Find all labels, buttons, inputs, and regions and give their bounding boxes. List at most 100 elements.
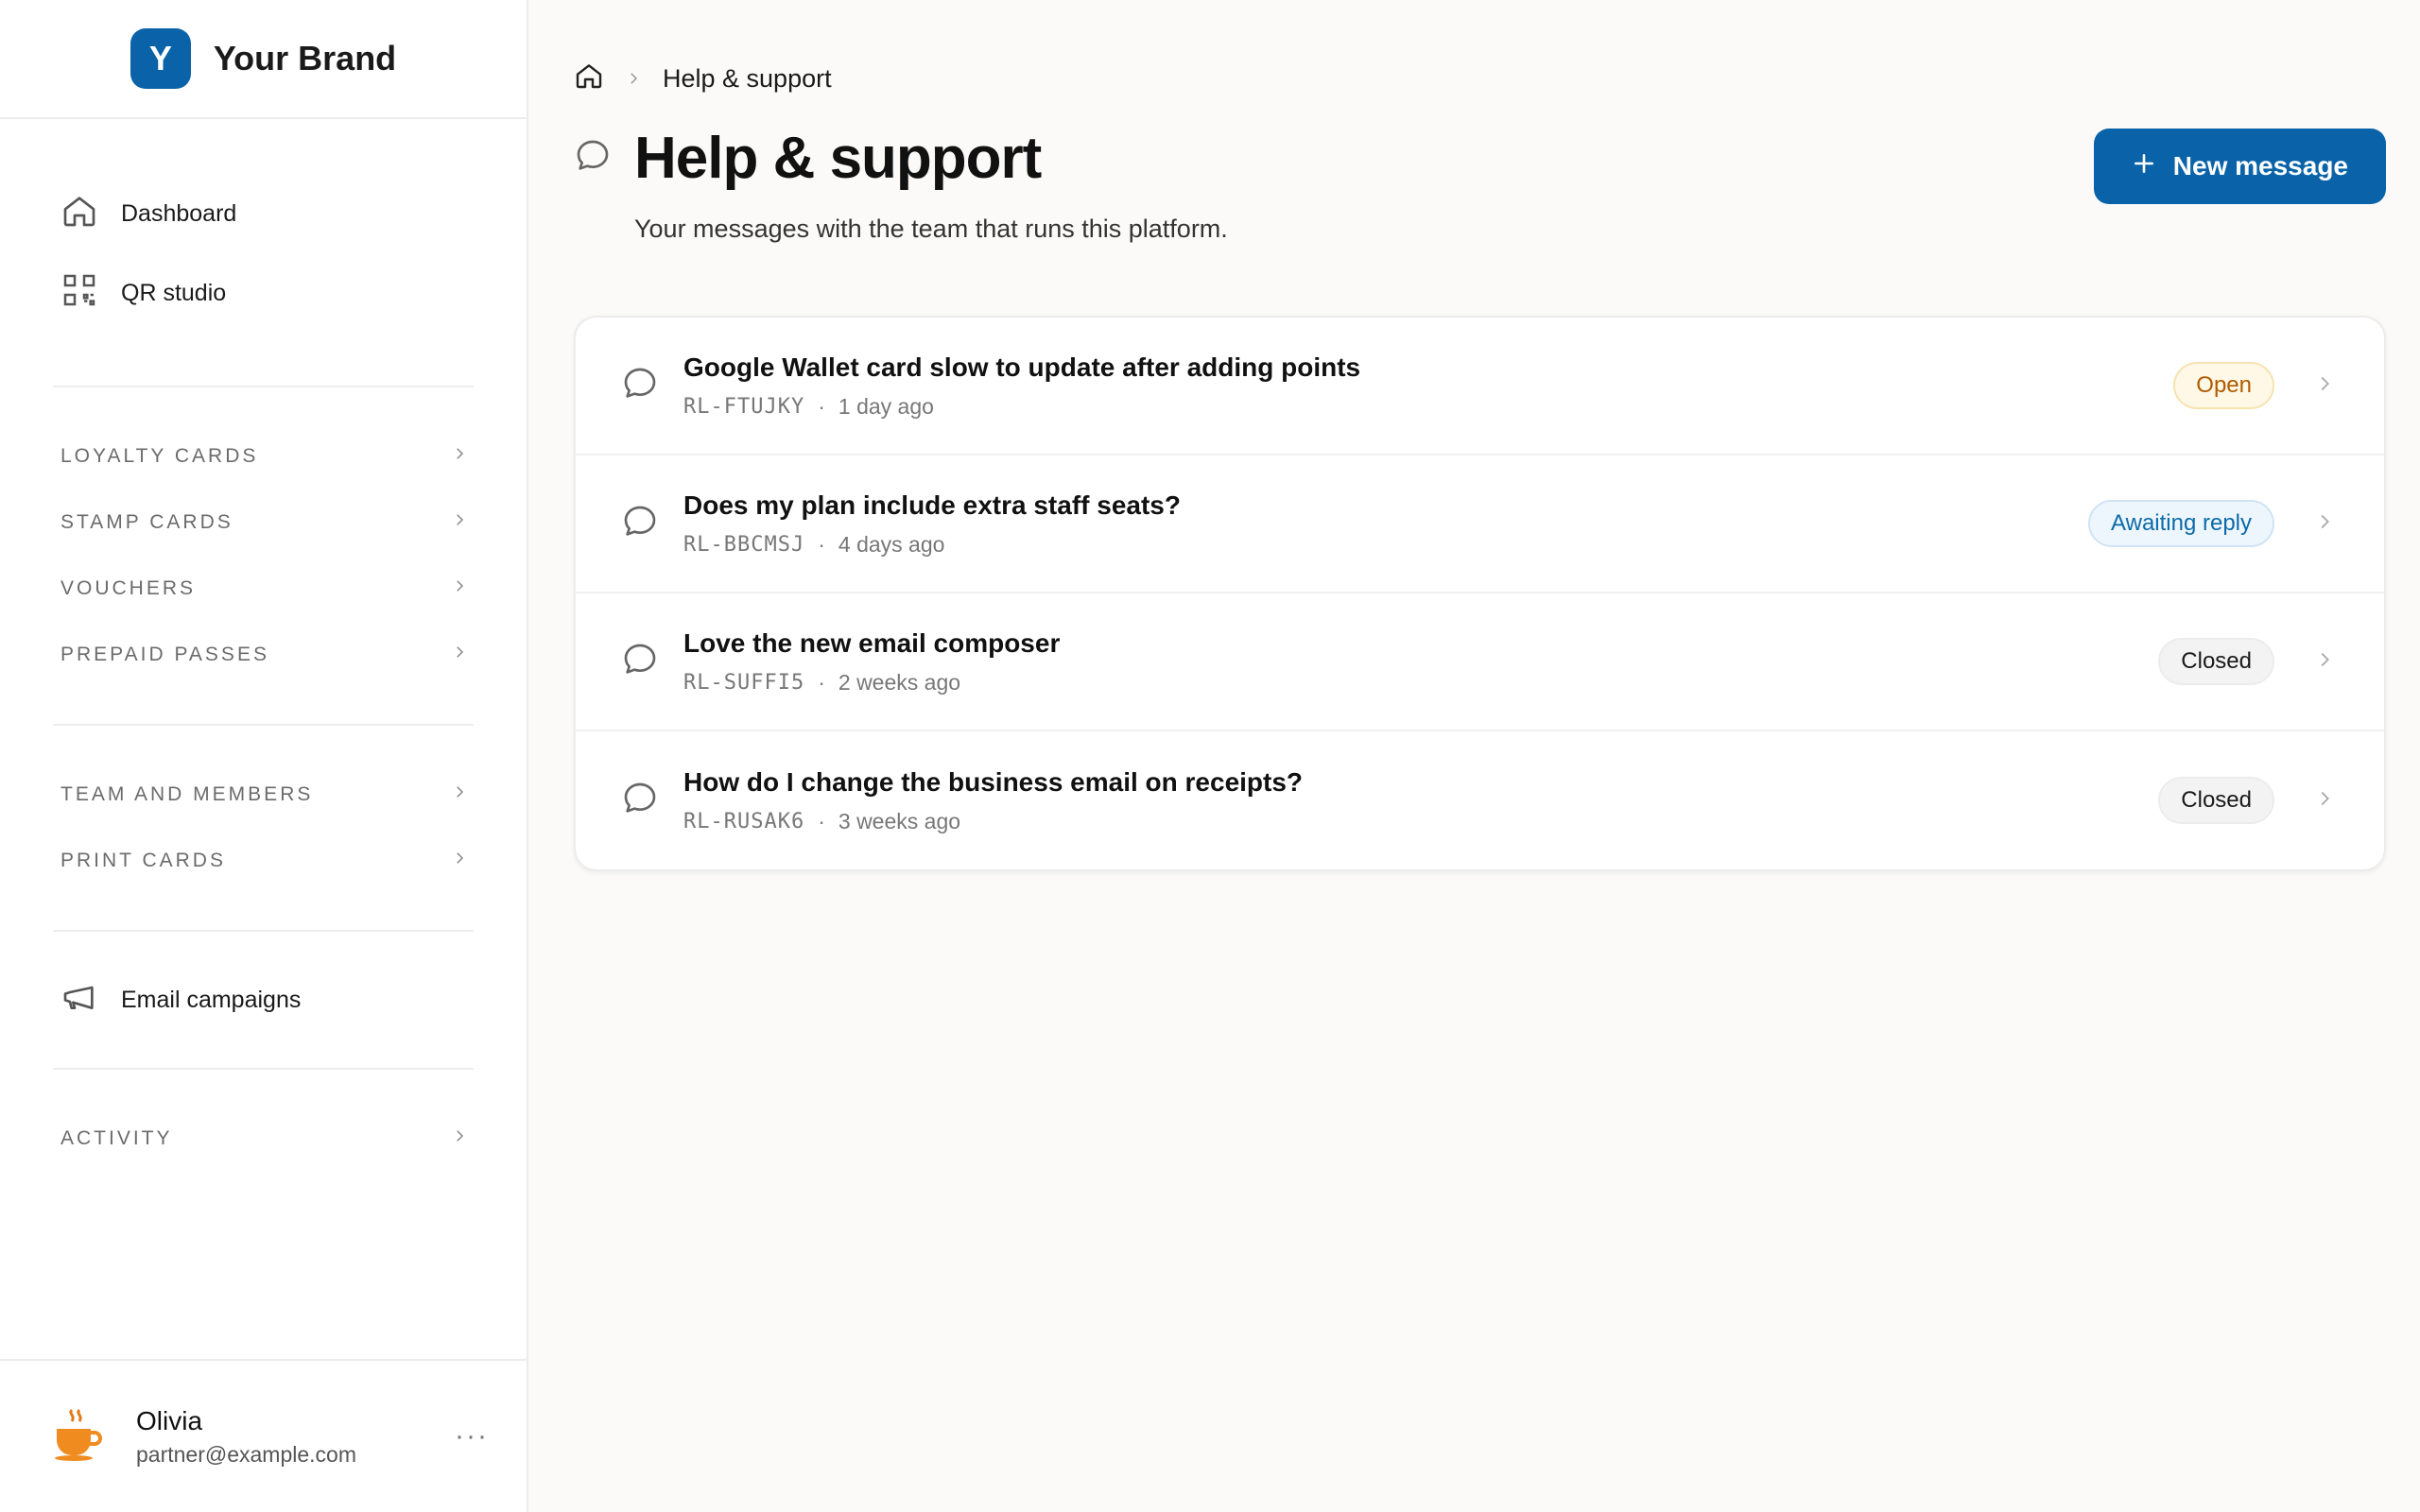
new-message-button[interactable]: New message: [2093, 129, 2386, 204]
breadcrumb: Help & support: [574, 60, 832, 97]
main-content: Help & support Help & support Your messa…: [528, 0, 2420, 1512]
chevron-right-icon: [451, 445, 468, 468]
brand-name: Your Brand: [213, 39, 397, 77]
chat-bubble-icon: [621, 503, 659, 545]
coffee-cup-icon: [53, 1406, 102, 1468]
ticket-code: RL-BBCMSJ: [683, 532, 805, 557]
ticket-row[interactable]: Google Wallet card slow to update after …: [576, 318, 2384, 455]
ticket-time: 1 day ago: [838, 393, 934, 419]
status-badge: Open: [2173, 362, 2274, 409]
sidebar: Y Your Brand Dashboard QR studio LOYALTY…: [0, 0, 528, 1512]
user-name: Olivia: [136, 1405, 203, 1435]
ticket-code: RL-SUFFI5: [683, 670, 805, 695]
title-row: Help & support: [574, 125, 1228, 192]
ticket-time: 4 days ago: [838, 531, 945, 557]
section-label: Team and members: [60, 783, 314, 805]
sidebar-item-label: QR studio: [121, 279, 227, 306]
qr-code-icon: [60, 271, 98, 316]
breadcrumb-current: Help & support: [663, 64, 832, 93]
megaphone-icon: [60, 978, 98, 1022]
ticket-text: Does my plan include extra staff seats? …: [683, 490, 2064, 558]
ticket-title: Google Wallet card slow to update after …: [683, 352, 1361, 382]
user-info: Olivia partner@example.com: [136, 1406, 421, 1468]
section-label: Loyalty cards: [60, 445, 259, 467]
page-header: Help & support Your messages with the te…: [574, 125, 2386, 244]
chevron-right-icon: [451, 644, 468, 666]
chat-bubble-icon: [621, 641, 659, 683]
ticket-title: Does my plan include extra staff seats?: [683, 490, 1181, 520]
meta-separator: ·: [818, 808, 825, 833]
chevron-right-icon: [2299, 373, 2335, 399]
sidebar-item-activity[interactable]: Activity: [0, 1106, 527, 1172]
sidebar-item-stamp-cards[interactable]: Stamp cards: [0, 490, 527, 556]
chevron-right-icon: [451, 511, 468, 534]
sidebar-item-team-and-members[interactable]: Team and members: [0, 762, 527, 828]
plus-icon: [2132, 151, 2156, 182]
cards-nav-group: Loyalty cards Stamp cards Vouchers Prepa…: [0, 387, 527, 724]
section-label: Stamp cards: [60, 511, 233, 533]
sidebar-item-label: Email campaigns: [121, 986, 302, 1013]
meta-separator: ·: [818, 531, 825, 557]
ticket-meta: RL-BBCMSJ · 4 days ago: [683, 532, 2064, 558]
sidebar-item-qr-studio[interactable]: QR studio: [0, 253, 527, 333]
chevron-right-icon: [2299, 788, 2335, 814]
meta-separator: ·: [818, 669, 825, 695]
sidebar-item-print-cards[interactable]: Print cards: [0, 828, 527, 894]
ticket-title: Love the new email composer: [683, 627, 1061, 658]
status-badge: Awaiting reply: [2088, 500, 2274, 547]
ticket-text: Google Wallet card slow to update after …: [683, 352, 2149, 420]
ticket-meta: RL-RUSAK6 · 3 weeks ago: [683, 809, 2134, 834]
user-email: partner@example.com: [136, 1441, 356, 1467]
chat-bubble-icon: [621, 780, 659, 822]
chevron-right-icon: [451, 577, 468, 600]
chat-bubble-icon: [621, 365, 659, 407]
ticket-code: RL-FTUJKY: [683, 394, 805, 419]
title-block: Help & support Your messages with the te…: [574, 125, 1228, 244]
ticket-row[interactable]: Does my plan include extra staff seats? …: [576, 455, 2384, 593]
ticket-meta: RL-FTUJKY · 1 day ago: [683, 394, 2149, 420]
section-label: Prepaid passes: [60, 644, 269, 665]
team-nav-group: Team and members Print cards: [0, 726, 527, 930]
user-profile[interactable]: Olivia partner@example.com ···: [0, 1359, 527, 1512]
brand-logo: Y: [130, 28, 191, 89]
brand-header[interactable]: Y Your Brand: [0, 0, 527, 119]
ticket-text: Love the new email composer RL-SUFFI5 · …: [683, 628, 2134, 696]
ticket-row[interactable]: How do I change the business email on re…: [576, 731, 2384, 869]
ticket-time: 3 weeks ago: [838, 808, 961, 833]
chevron-right-icon: [451, 783, 468, 806]
home-icon: [60, 192, 98, 236]
sidebar-item-dashboard[interactable]: Dashboard: [0, 174, 527, 253]
status-badge: Closed: [2158, 638, 2274, 685]
chevron-right-icon: [2299, 511, 2335, 537]
ticket-title: How do I change the business email on re…: [683, 766, 1304, 797]
ticket-time: 2 weeks ago: [838, 669, 961, 695]
ticket-row[interactable]: Love the new email composer RL-SUFFI5 · …: [576, 593, 2384, 731]
ticket-text: How do I change the business email on re…: [683, 767, 2134, 834]
chevron-right-icon: [451, 850, 468, 872]
sidebar-item-label: Dashboard: [121, 199, 237, 227]
sidebar-nav: Dashboard QR studio Loyalty cards Stamp …: [0, 119, 527, 1512]
section-label: Vouchers: [60, 577, 197, 599]
activity-nav-group: Activity: [0, 1070, 527, 1208]
sidebar-item-loyalty-cards[interactable]: Loyalty cards: [0, 423, 527, 490]
ticket-meta: RL-SUFFI5 · 2 weeks ago: [683, 670, 2134, 696]
meta-separator: ·: [818, 393, 825, 419]
chevron-right-icon: [625, 64, 642, 94]
sidebar-item-prepaid-passes[interactable]: Prepaid passes: [0, 622, 527, 688]
email-nav-group: Email campaigns: [0, 932, 527, 1068]
page-title: Help & support: [634, 126, 1042, 191]
new-message-label: New message: [2172, 151, 2348, 180]
section-label: Print cards: [60, 850, 226, 871]
sidebar-item-email-campaigns[interactable]: Email campaigns: [0, 960, 527, 1040]
chevron-right-icon: [451, 1127, 468, 1150]
ticket-code: RL-RUSAK6: [683, 809, 805, 833]
home-icon[interactable]: [574, 60, 604, 97]
chevron-right-icon: [2299, 649, 2335, 675]
status-badge: Closed: [2158, 777, 2274, 824]
section-label: Activity: [60, 1127, 173, 1149]
page-subtitle: Your messages with the team that runs th…: [634, 215, 1228, 243]
primary-nav: Dashboard QR studio: [0, 119, 527, 333]
sidebar-item-vouchers[interactable]: Vouchers: [0, 556, 527, 622]
chat-bubble-icon: [574, 137, 612, 180]
more-options-icon[interactable]: ···: [455, 1420, 489, 1452]
